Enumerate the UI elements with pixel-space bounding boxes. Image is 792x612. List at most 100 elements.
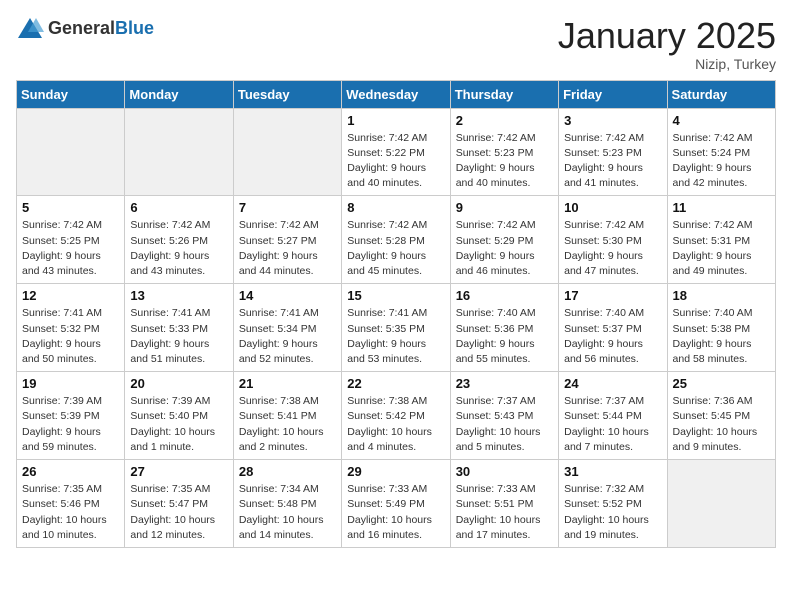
day-info: Sunrise: 7:41 AM Sunset: 5:34 PM Dayligh… — [239, 306, 336, 367]
weekday-header-friday: Friday — [559, 80, 667, 108]
day-number: 8 — [347, 200, 444, 215]
day-info: Sunrise: 7:42 AM Sunset: 5:30 PM Dayligh… — [564, 218, 661, 279]
calendar-cell: 4 Sunrise: 7:42 AM Sunset: 5:24 PM Daylig… — [667, 108, 775, 196]
calendar-cell: 27 Sunrise: 7:35 AM Sunset: 5:47 PM Dayli… — [125, 460, 233, 548]
calendar-cell: 20 Sunrise: 7:39 AM Sunset: 5:40 PM Dayli… — [125, 372, 233, 460]
day-number: 24 — [564, 376, 661, 391]
day-info: Sunrise: 7:41 AM Sunset: 5:35 PM Dayligh… — [347, 306, 444, 367]
calendar-cell: 31Sunrise: 7:32 AM Sunset: 5:52 PM Dayli… — [559, 460, 667, 548]
calendar-cell: 9Sunrise: 7:42 AM Sunset: 5:29 PM Daylig… — [450, 196, 558, 284]
calendar-cell: 21Sunrise: 7:38 AM Sunset: 5:41 PM Dayli… — [233, 372, 341, 460]
day-number: 15 — [347, 288, 444, 303]
day-number: 13 — [130, 288, 227, 303]
logo-blue: Blue — [115, 18, 154, 38]
calendar-cell: 15 Sunrise: 7:41 AM Sunset: 5:35 PM Dayli… — [342, 284, 450, 372]
day-number: 20 — [130, 376, 227, 391]
calendar-cell: 10 Sunrise: 7:42 AM Sunset: 5:30 PM Dayli… — [559, 196, 667, 284]
title-block: January 2025 Nizip, Turkey — [558, 16, 776, 72]
weekday-header-saturday: Saturday — [667, 80, 775, 108]
calendar-cell: 12Sunrise: 7:41 AM Sunset: 5:32 PM Dayli… — [17, 284, 125, 372]
calendar-cell: 1Sunrise: 7:42 AM Sunset: 5:22 PM Daylig… — [342, 108, 450, 196]
day-info: Sunrise: 7:40 AM Sunset: 5:37 PM Dayligh… — [564, 306, 661, 367]
day-info: Sunrise: 7:37 AM Sunset: 5:44 PM Dayligh… — [564, 394, 661, 455]
logo-icon — [16, 16, 44, 40]
day-number: 26 — [22, 464, 119, 479]
day-info: Sunrise: 7:41 AM Sunset: 5:33 PM Dayligh… — [130, 306, 227, 367]
calendar-table: SundayMondayTuesdayWednesdayThursdayFrid… — [16, 80, 776, 548]
day-number: 27 — [130, 464, 227, 479]
day-number: 10 — [564, 200, 661, 215]
day-info: Sunrise: 7:37 AM Sunset: 5:43 PM Dayligh… — [456, 394, 553, 455]
calendar-week-row: 19Sunrise: 7:39 AM Sunset: 5:39 PM Dayli… — [17, 372, 776, 460]
weekday-header-monday: Monday — [125, 80, 233, 108]
day-number: 12 — [22, 288, 119, 303]
day-info: Sunrise: 7:40 AM Sunset: 5:38 PM Dayligh… — [673, 306, 770, 367]
day-number: 22 — [347, 376, 444, 391]
calendar-cell: 16 Sunrise: 7:40 AM Sunset: 5:36 PM Dayli… — [450, 284, 558, 372]
calendar-cell: 7 Sunrise: 7:42 AM Sunset: 5:27 PM Daylig… — [233, 196, 341, 284]
day-info: Sunrise: 7:39 AM Sunset: 5:40 PM Dayligh… — [130, 394, 227, 455]
calendar-week-row: 5 Sunrise: 7:42 AM Sunset: 5:25 PM Daylig… — [17, 196, 776, 284]
calendar-cell: 22Sunrise: 7:38 AM Sunset: 5:42 PM Dayli… — [342, 372, 450, 460]
day-number: 16 — [456, 288, 553, 303]
day-number: 6 — [130, 200, 227, 215]
logo-text: GeneralBlue — [48, 18, 154, 39]
day-info: Sunrise: 7:33 AM Sunset: 5:49 PM Dayligh… — [347, 482, 444, 543]
day-number: 7 — [239, 200, 336, 215]
day-number: 3 — [564, 113, 661, 128]
calendar-cell: 23 Sunrise: 7:37 AM Sunset: 5:43 PM Dayli… — [450, 372, 558, 460]
calendar-cell: 25Sunrise: 7:36 AM Sunset: 5:45 PM Dayli… — [667, 372, 775, 460]
calendar-cell — [667, 460, 775, 548]
day-info: Sunrise: 7:38 AM Sunset: 5:41 PM Dayligh… — [239, 394, 336, 455]
calendar-cell: 18 Sunrise: 7:40 AM Sunset: 5:38 PM Dayli… — [667, 284, 775, 372]
calendar-week-row: 12Sunrise: 7:41 AM Sunset: 5:32 PM Dayli… — [17, 284, 776, 372]
day-number: 25 — [673, 376, 770, 391]
weekday-header-sunday: Sunday — [17, 80, 125, 108]
calendar-cell: 5 Sunrise: 7:42 AM Sunset: 5:25 PM Daylig… — [17, 196, 125, 284]
day-number: 28 — [239, 464, 336, 479]
page-header: GeneralBlue January 2025 Nizip, Turkey — [16, 16, 776, 72]
calendar-cell: 29 Sunrise: 7:33 AM Sunset: 5:49 PM Dayli… — [342, 460, 450, 548]
day-info: Sunrise: 7:42 AM Sunset: 5:26 PM Dayligh… — [130, 218, 227, 279]
calendar-cell: 19Sunrise: 7:39 AM Sunset: 5:39 PM Dayli… — [17, 372, 125, 460]
day-number: 11 — [673, 200, 770, 215]
calendar-cell: 8 Sunrise: 7:42 AM Sunset: 5:28 PM Daylig… — [342, 196, 450, 284]
day-info: Sunrise: 7:40 AM Sunset: 5:36 PM Dayligh… — [456, 306, 553, 367]
weekday-header-tuesday: Tuesday — [233, 80, 341, 108]
day-number: 4 — [673, 113, 770, 128]
day-info: Sunrise: 7:42 AM Sunset: 5:28 PM Dayligh… — [347, 218, 444, 279]
day-number: 5 — [22, 200, 119, 215]
day-number: 29 — [347, 464, 444, 479]
day-number: 9 — [456, 200, 553, 215]
day-number: 17 — [564, 288, 661, 303]
day-info: Sunrise: 7:42 AM Sunset: 5:23 PM Dayligh… — [564, 131, 661, 192]
calendar-cell: 17 Sunrise: 7:40 AM Sunset: 5:37 PM Dayli… — [559, 284, 667, 372]
month-title: January 2025 — [558, 16, 776, 56]
day-number: 30 — [456, 464, 553, 479]
calendar-cell: 30Sunrise: 7:33 AM Sunset: 5:51 PM Dayli… — [450, 460, 558, 548]
calendar-cell: 28Sunrise: 7:34 AM Sunset: 5:48 PM Dayli… — [233, 460, 341, 548]
day-info: Sunrise: 7:35 AM Sunset: 5:47 PM Dayligh… — [130, 482, 227, 543]
day-info: Sunrise: 7:42 AM Sunset: 5:31 PM Dayligh… — [673, 218, 770, 279]
calendar-cell: 24 Sunrise: 7:37 AM Sunset: 5:44 PM Dayli… — [559, 372, 667, 460]
day-info: Sunrise: 7:39 AM Sunset: 5:39 PM Dayligh… — [22, 394, 119, 455]
calendar-cell: 26 Sunrise: 7:35 AM Sunset: 5:46 PM Dayli… — [17, 460, 125, 548]
calendar-cell: 11 Sunrise: 7:42 AM Sunset: 5:31 PM Dayli… — [667, 196, 775, 284]
day-info: Sunrise: 7:42 AM Sunset: 5:24 PM Dayligh… — [673, 131, 770, 192]
day-number: 23 — [456, 376, 553, 391]
calendar-cell: 6 Sunrise: 7:42 AM Sunset: 5:26 PM Daylig… — [125, 196, 233, 284]
calendar-cell — [125, 108, 233, 196]
location: Nizip, Turkey — [558, 56, 776, 72]
day-number: 18 — [673, 288, 770, 303]
calendar-cell — [17, 108, 125, 196]
day-info: Sunrise: 7:35 AM Sunset: 5:46 PM Dayligh… — [22, 482, 119, 543]
calendar-cell: 2Sunrise: 7:42 AM Sunset: 5:23 PM Daylig… — [450, 108, 558, 196]
logo-general: General — [48, 18, 115, 38]
day-info: Sunrise: 7:32 AM Sunset: 5:52 PM Dayligh… — [564, 482, 661, 543]
day-info: Sunrise: 7:42 AM Sunset: 5:25 PM Dayligh… — [22, 218, 119, 279]
logo: GeneralBlue — [16, 16, 154, 40]
calendar-header-row: SundayMondayTuesdayWednesdayThursdayFrid… — [17, 80, 776, 108]
day-info: Sunrise: 7:42 AM Sunset: 5:27 PM Dayligh… — [239, 218, 336, 279]
day-number: 14 — [239, 288, 336, 303]
calendar-cell — [233, 108, 341, 196]
